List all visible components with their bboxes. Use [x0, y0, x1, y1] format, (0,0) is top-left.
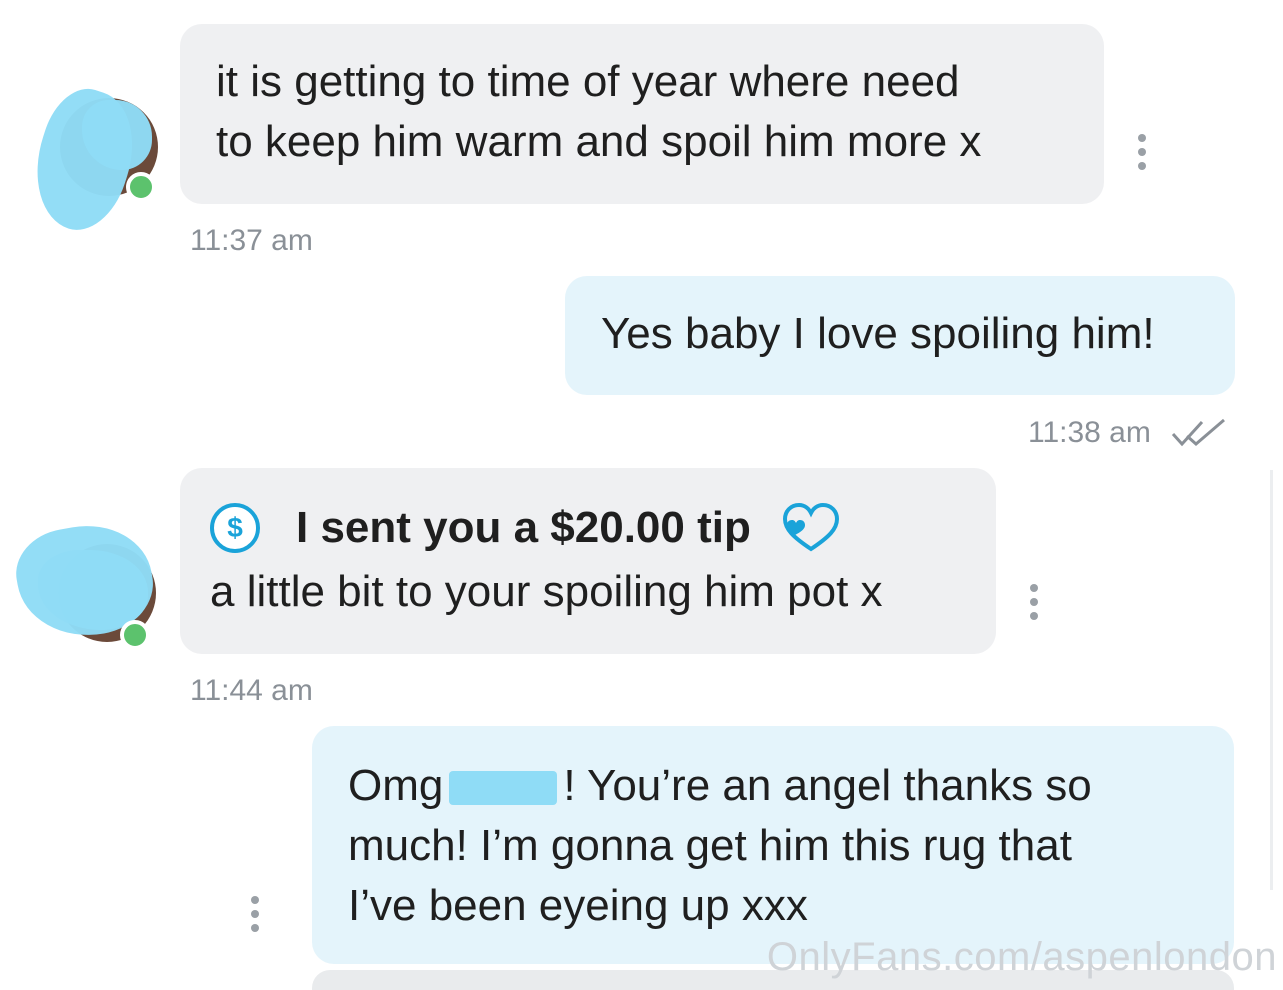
message-text-fragment: ! You’re an angel thanks so: [563, 761, 1092, 810]
heart-outline-icon[interactable]: [779, 501, 843, 555]
message-text: much! I’m gonna get him this rug that I’…: [348, 821, 1072, 930]
online-status-dot: [126, 172, 156, 202]
sender-avatar[interactable]: [9, 515, 161, 650]
scrollbar[interactable]: [1270, 470, 1273, 890]
message-text: Yes baby I love spoiling him!: [601, 309, 1155, 358]
message-text-line: Omg ! You’re an angel thanks so: [348, 756, 1198, 816]
outgoing-message-bubble[interactable]: Omg ! You’re an angel thanks so much! I’m…: [312, 726, 1234, 964]
dollar-coin-icon: $: [210, 503, 260, 553]
incoming-message-bubble[interactable]: it is getting to time of year where need…: [180, 24, 1104, 204]
message-text: it is getting to time of year where need…: [216, 57, 982, 166]
message-timestamp: 11:37 am: [190, 224, 313, 257]
message-text-fragment: Omg: [348, 761, 444, 810]
sender-avatar[interactable]: [18, 79, 158, 241]
tip-amount-text: I sent you a $20.00 tip: [296, 503, 751, 552]
chat-thread[interactable]: it is getting to time of year where need…: [0, 0, 1283, 990]
tip-message-bubble[interactable]: $ I sent you a $20.00 tip a little bit t…: [180, 468, 996, 654]
online-status-dot: [120, 620, 150, 650]
message-options-icon[interactable]: [249, 896, 261, 940]
message-options-icon[interactable]: [1028, 584, 1040, 628]
tip-line: $ I sent you a $20.00 tip: [210, 498, 960, 558]
watermark: OnlyFans.com/aspenlondon: [766, 935, 1277, 979]
double-check-icon: [1171, 418, 1225, 447]
message-options-icon[interactable]: [1136, 134, 1148, 178]
message-timestamp: 11:38 am: [1028, 416, 1151, 449]
outgoing-message-bubble[interactable]: Yes baby I love spoiling him!: [565, 276, 1235, 395]
message-timestamp: 11:44 am: [190, 674, 313, 707]
message-text: a little bit to your spoiling him pot x: [210, 567, 883, 616]
censored-name: [449, 771, 558, 806]
